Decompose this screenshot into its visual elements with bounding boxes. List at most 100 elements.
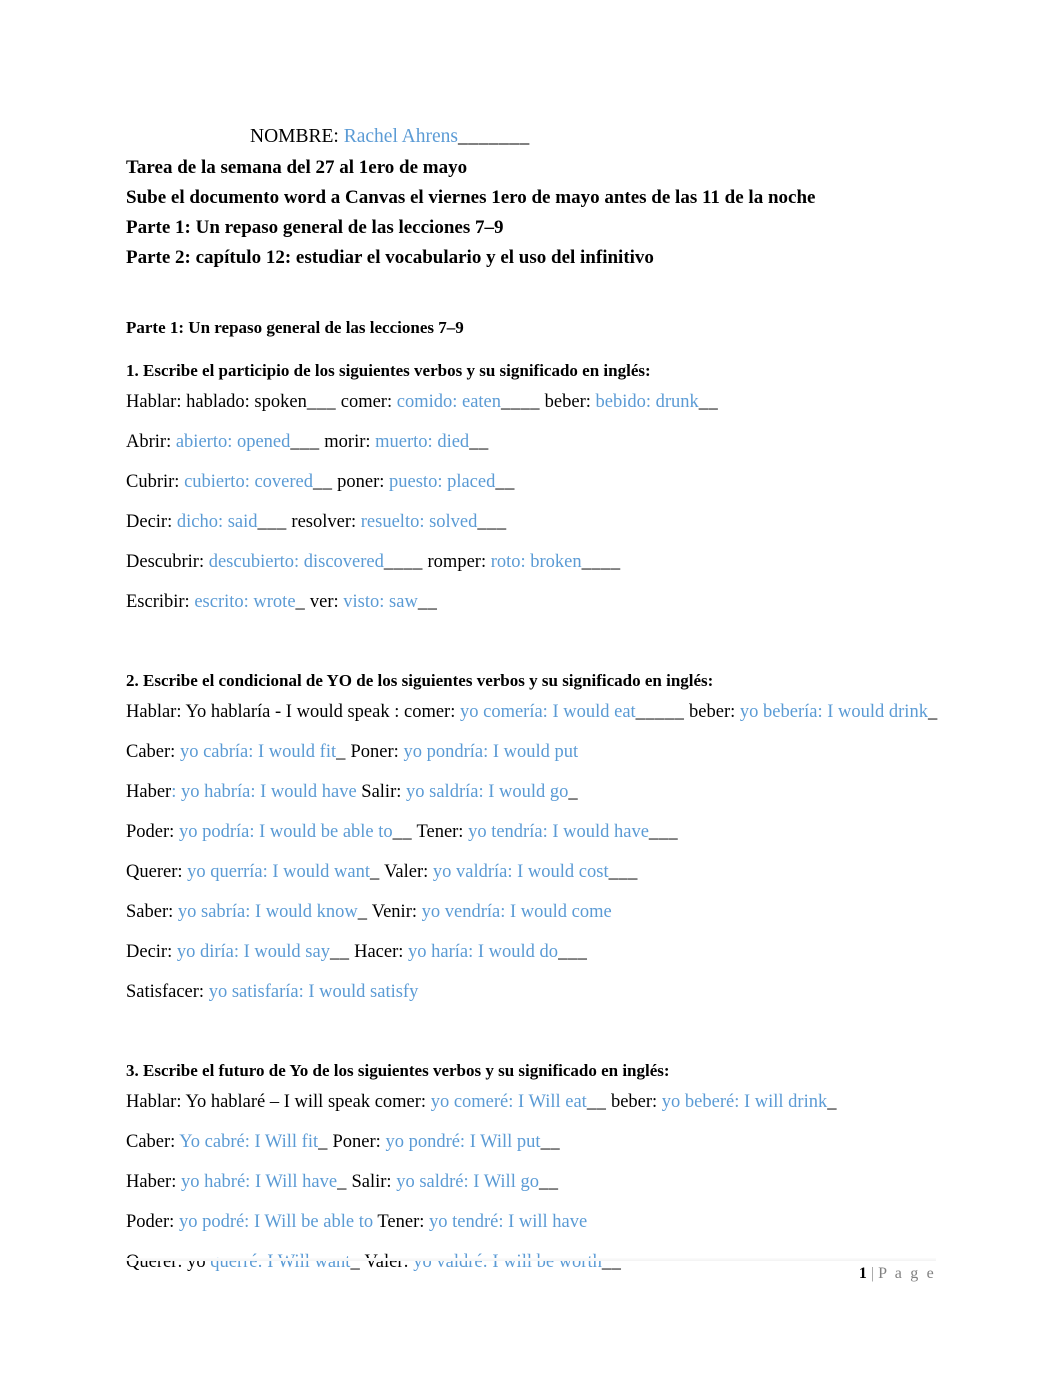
answer-row: Abrir: abierto: opened___ morir: muerto:…: [126, 430, 936, 454]
answer-row: Caber: Yo cabré: I Will fit_ Poner: yo p…: [126, 1130, 936, 1154]
verb-answer: yo comeré: I Will eat: [430, 1092, 587, 1112]
answer-blank: _: [336, 742, 346, 762]
footer-page-word: P a g e: [878, 1265, 936, 1282]
verb-label: morir:: [324, 432, 371, 452]
verb-answer: yo habría: I would have: [180, 782, 357, 802]
verb-answer: cubierto: covered: [184, 472, 313, 492]
verb-answer: yo saldría: I would go: [406, 782, 569, 802]
answer-blank: _____: [635, 702, 685, 722]
verb-label: resolver:: [291, 512, 357, 532]
answer-blank: __: [540, 1132, 561, 1152]
verb-answer: yo vendría: I would come: [421, 902, 612, 922]
answer-row: Hablar: Yo hablaría - I would speak : co…: [126, 700, 938, 724]
verb-label: Caber:: [126, 1132, 176, 1152]
verb-answer: hablado: spoken: [186, 392, 307, 412]
verb-answer: yo valdría: I would cost: [432, 862, 609, 882]
verb-answer: dicho: said: [176, 512, 258, 532]
verb-answer: roto: broken: [490, 552, 582, 572]
answer-blank: __: [392, 822, 413, 842]
verb-answer: yo comería: I would eat: [459, 702, 636, 722]
verb-label: Abrir:: [126, 432, 172, 452]
verb-answer: Yo hablaría - I would speak :: [185, 702, 400, 722]
verb-answer: puesto: placed: [389, 472, 496, 492]
verb-label: Hablar:: [126, 392, 182, 412]
verb-answer: visto: saw: [343, 592, 418, 612]
answer-blank: __: [495, 472, 515, 492]
verb-label: beber:: [544, 392, 591, 412]
verb-label: Querer:: [126, 862, 183, 882]
verb-answer: yo satisfaría: I would satisfy: [208, 982, 419, 1002]
verb-label: comer:: [403, 702, 456, 722]
answer-blank: ___: [290, 432, 320, 452]
answer-row: Hablar: Yo hablaré – I will speak comer:…: [126, 1090, 936, 1114]
verb-answer: resuelto: solved: [360, 512, 478, 532]
answer-blank: _: [337, 1172, 347, 1192]
answer-row: Cubrir: cubierto: covered__ poner: puest…: [126, 470, 936, 494]
nombre-rule: _______: [458, 126, 530, 147]
answer-blank: _: [318, 1132, 328, 1152]
header-line-2: Sube el documento word a Canvas el viern…: [126, 187, 816, 208]
verb-answer: Yo cabré: I Will fit: [179, 1132, 319, 1152]
verb-answer: yo pondría: I would put: [403, 742, 579, 762]
assignment-header: Tarea de la semana del 27 al 1ero de may…: [126, 153, 936, 273]
answer-blank: ___: [558, 942, 588, 962]
verb-answer: yo tendré: I will have: [429, 1212, 588, 1232]
nombre-label: NOMBRE:: [250, 126, 339, 147]
verb-label: Tener:: [377, 1212, 425, 1232]
footer-page-number: 1: [858, 1265, 867, 1282]
answer-blank: __: [538, 1172, 559, 1192]
verb-label: Valer:: [384, 862, 429, 882]
nombre-line: NOMBRE: Rachel Ahrens_______: [126, 124, 936, 150]
answer-blank: ___: [306, 392, 337, 412]
verb-label: Hablar:: [126, 1092, 182, 1112]
answer-row: Poder: yo podré: I Will be able to Tener…: [126, 1210, 936, 1234]
verb-answer: yo podría: I would be able to: [178, 822, 393, 842]
answer-row: Escribir: escrito: wrote_ ver: visto: sa…: [126, 590, 936, 614]
verb-label: Saber:: [126, 902, 174, 922]
verb-label: Hablar:: [126, 702, 182, 722]
verb-label: comer:: [340, 392, 393, 412]
answer-row: Hablar: hablado: spoken___ comer: comido…: [126, 390, 936, 414]
verb-answer: abierto: opened: [175, 432, 291, 452]
answer-row: Decir: dicho: said___ resolver: resuelto…: [126, 510, 936, 534]
verb-label: Hacer:: [354, 942, 404, 962]
verb-answer: yo tendría: I would have: [468, 822, 649, 842]
verb-label: beber:: [689, 702, 736, 722]
verb-label: Decir:: [126, 942, 173, 962]
header-line-1: Tarea de la semana del 27 al 1ero de may…: [126, 157, 468, 178]
answer-blank: _: [827, 1092, 837, 1112]
header-line-4: Parte 2: capítulo 12: estudiar el vocabu…: [126, 247, 654, 268]
verb-answer: yo haría: I would do: [408, 942, 559, 962]
verb-answer: bebido: drunk: [595, 392, 699, 412]
question-3-rows: Hablar: Yo hablaré – I will speak comer:…: [126, 1090, 936, 1274]
verb-answer: yo querría: I would want: [187, 862, 371, 882]
answer-blank: ___: [648, 822, 679, 842]
verb-label: romper:: [427, 552, 487, 572]
verb-label: beber:: [610, 1092, 658, 1112]
answer-blank: ___: [608, 862, 638, 882]
verb-label: Poder:: [126, 822, 175, 842]
verb-label: Tener:: [416, 822, 464, 842]
footer-divider: [126, 1258, 936, 1261]
question-1-rows: Hablar: hablado: spoken___ comer: comido…: [126, 390, 936, 614]
verb-answer: yo diría: I would say: [176, 942, 330, 962]
answer-blank: __: [329, 942, 350, 962]
answer-blank: __: [586, 1092, 607, 1112]
answer-blank: __: [469, 432, 489, 452]
verb-label: Caber:: [126, 742, 176, 762]
verb-label: Cubrir:: [126, 472, 180, 492]
header-line-3: Parte 1: Un repaso general de las leccio…: [126, 217, 504, 238]
page-footer: 1 | P a g e: [126, 1263, 936, 1285]
answer-blank: _: [927, 702, 938, 722]
verb-answer: descubierto: discovered: [208, 552, 384, 572]
answer-row: Satisfacer: yo satisfaría: I would satis…: [126, 980, 936, 1004]
verb-answer: escrito: wrote: [194, 592, 296, 612]
verb-answer: yo sabría: I would know: [177, 902, 358, 922]
verb-label: comer:: [374, 1092, 427, 1112]
verb-answer: yo pondré: I Will put: [385, 1132, 541, 1152]
question-2-title: 2. Escribe el condicional de YO de los s…: [126, 671, 714, 690]
answer-row: Caber: yo cabría: I would fit_ Poner: yo…: [126, 740, 936, 764]
verb-label: Haber:: [126, 1172, 177, 1192]
question-3-title: 3. Escribe el futuro de Yo de los siguie…: [126, 1061, 670, 1080]
answer-row: Haber: yo habré: I Will have_ Salir: yo …: [126, 1170, 936, 1194]
